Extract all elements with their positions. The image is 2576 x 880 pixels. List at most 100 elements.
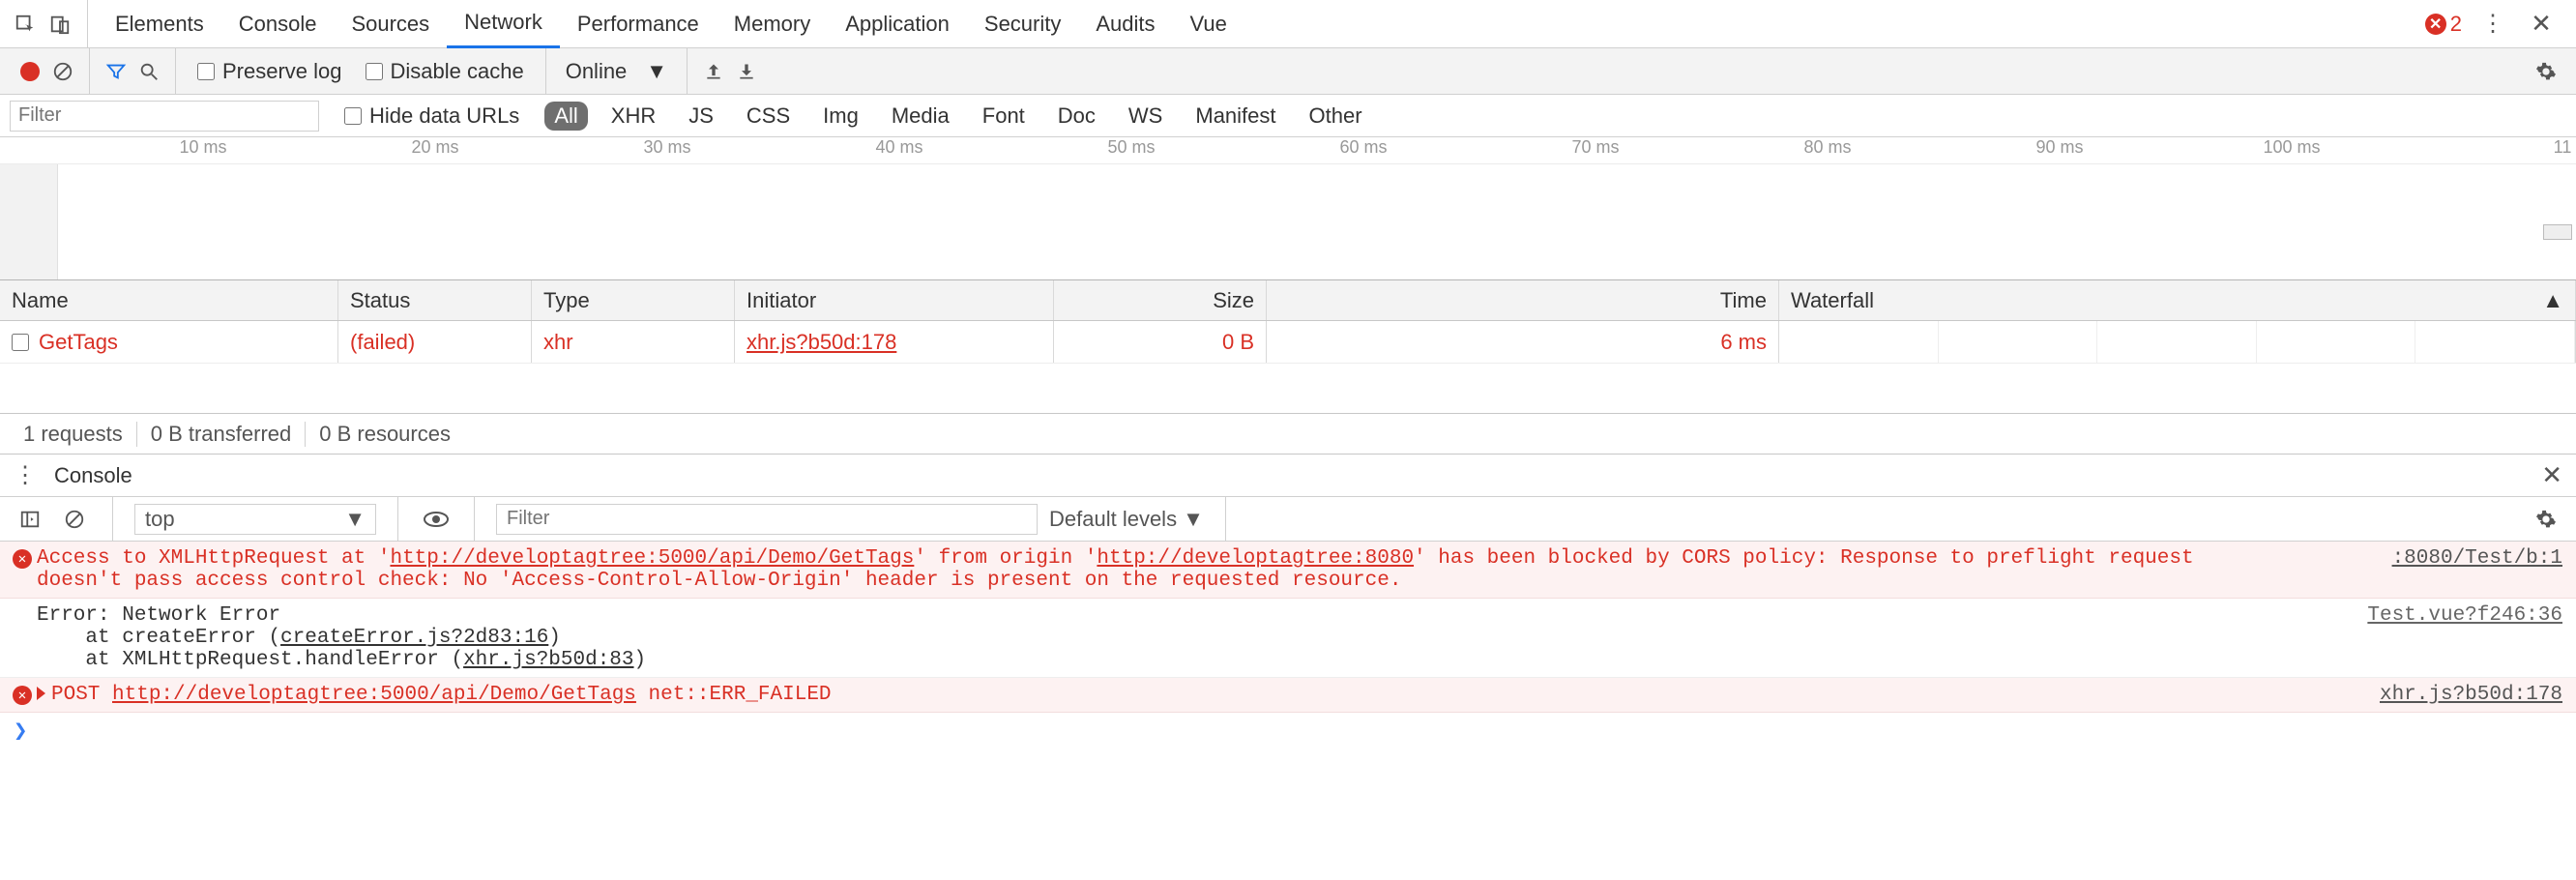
throttling-select[interactable]: Online ▼ [556,59,677,84]
timeline-selection [0,164,58,279]
tab-console[interactable]: Console [221,0,335,48]
show-console-sidebar-icon[interactable] [14,503,46,536]
error-count-badge[interactable]: ✕ 2 [2425,12,2462,37]
tab-vue[interactable]: Vue [1173,0,1244,48]
filter-input[interactable] [10,101,319,132]
tab-security[interactable]: Security [967,0,1078,48]
error-count: 2 [2450,12,2462,37]
type-filter-media[interactable]: Media [882,102,959,131]
live-expression-icon[interactable] [420,503,453,536]
summary-requests: 1 requests [10,422,137,447]
col-header-status[interactable]: Status [338,280,532,320]
console-toolbar: top ▼ Default levels ▼ [0,497,2576,542]
network-filter-bar: Hide data URLs All XHR JS CSS Img Media … [0,95,2576,137]
tab-audits[interactable]: Audits [1078,0,1172,48]
device-toggle-icon[interactable] [43,7,77,42]
type-filter-ws[interactable]: WS [1119,102,1172,131]
settings-icon[interactable] [2530,503,2562,536]
timeline-tick: 60 ms [1339,137,1387,158]
col-header-size[interactable]: Size [1054,280,1267,320]
network-toolbar: Preserve log Disable cache Online ▼ [0,48,2576,95]
kebab-menu-icon[interactable]: ⋮ [14,461,37,489]
cell-status: (failed) [338,321,532,363]
console-error-message[interactable]: ✕ POST http://developtagtree:5000/api/De… [0,678,2576,713]
context-select[interactable]: top ▼ [134,504,376,535]
throttling-value: Online [566,59,628,84]
console-prompt[interactable]: ❯ [0,713,2576,748]
col-header-initiator[interactable]: Initiator [735,280,1054,320]
timeline-tick: 40 ms [875,137,922,158]
console-log-message[interactable]: Error: Network Error at createError (cre… [0,599,2576,678]
timeline-scrollbar[interactable] [2543,224,2572,240]
settings-icon[interactable] [2530,55,2562,88]
message-text: POST http://developtagtree:5000/api/Demo… [37,684,2360,706]
tab-application[interactable]: Application [828,0,967,48]
col-header-type[interactable]: Type [532,280,735,320]
record-button[interactable] [14,55,46,88]
chevron-down-icon: ▼ [646,59,667,84]
download-har-icon[interactable] [730,55,763,88]
summary-transferred: 0 B transferred [137,422,307,447]
log-levels-select[interactable]: Default levels ▼ [1049,507,1204,532]
kebab-menu-icon[interactable]: ⋮ [2475,7,2510,42]
timeline-tick: 10 ms [179,137,226,158]
clear-button[interactable] [46,55,79,88]
message-source-link[interactable]: xhr.js?b50d:178 [2360,684,2562,706]
type-filter-img[interactable]: Img [813,102,868,131]
console-drawer-header: ⋮ Console ✕ [0,455,2576,497]
col-header-time[interactable]: Time [1267,280,1779,320]
timeline-tick: 70 ms [1571,137,1619,158]
message-source-link[interactable]: :8080/Test/b:1 [2373,547,2562,592]
divider [397,497,398,541]
divider [175,48,176,94]
preserve-log-checkbox[interactable]: Preserve log [197,59,342,84]
close-icon[interactable]: ✕ [2524,7,2559,42]
network-summary: 1 requests 0 B transferred 0 B resources [0,414,2576,455]
preserve-log-label: Preserve log [222,59,342,84]
type-filter-doc[interactable]: Doc [1048,102,1105,131]
message-source-link[interactable]: Test.vue?f246:36 [2348,604,2562,671]
close-icon[interactable]: ✕ [2541,460,2562,490]
tab-performance[interactable]: Performance [560,0,717,48]
timeline-tick: 90 ms [2035,137,2083,158]
console-error-message[interactable]: ✕ Access to XMLHttpRequest at 'http://de… [0,542,2576,599]
type-filter-js[interactable]: JS [679,102,723,131]
clear-console-icon[interactable] [58,503,91,536]
tab-network[interactable]: Network [447,0,560,48]
request-row[interactable]: GetTags (failed) xhr xhr.js?b50d:178 0 B… [0,321,2576,364]
timeline-ruler: 10 ms 20 ms 30 ms 40 ms 50 ms 60 ms 70 m… [0,137,2576,164]
timeline-tick: 20 ms [411,137,458,158]
context-value: top [145,507,175,532]
cell-initiator[interactable]: xhr.js?b50d:178 [735,321,1054,363]
row-checkbox[interactable] [12,334,29,351]
timeline-tick: 30 ms [643,137,690,158]
tab-elements[interactable]: Elements [98,0,221,48]
cell-waterfall [1779,321,2576,363]
disable-cache-checkbox[interactable]: Disable cache [366,59,524,84]
tab-memory[interactable]: Memory [717,0,828,48]
console-messages: ✕ Access to XMLHttpRequest at 'http://de… [0,542,2576,748]
hide-data-urls-checkbox[interactable]: Hide data URLs [344,103,519,129]
col-header-waterfall[interactable]: Waterfall▲ [1779,280,2576,320]
divider [87,0,88,47]
filter-toggle-icon[interactable] [100,55,132,88]
divider [687,48,688,94]
expand-icon[interactable] [37,687,45,700]
upload-har-icon[interactable] [697,55,730,88]
search-icon[interactable] [132,55,165,88]
timeline-tick: 100 ms [2263,137,2320,158]
chevron-down-icon: ▼ [344,507,366,532]
type-filter-xhr[interactable]: XHR [601,102,665,131]
type-filter-css[interactable]: CSS [737,102,800,131]
console-filter-input[interactable] [496,504,1038,535]
disable-cache-label: Disable cache [391,59,524,84]
col-header-name[interactable]: Name [0,280,338,320]
type-filter-font[interactable]: Font [973,102,1035,131]
message-text: Error: Network Error at createError (cre… [37,604,2348,671]
type-filter-other[interactable]: Other [1300,102,1372,131]
network-timeline[interactable]: 10 ms 20 ms 30 ms 40 ms 50 ms 60 ms 70 m… [0,137,2576,280]
type-filter-manifest[interactable]: Manifest [1186,102,1285,131]
inspect-icon[interactable] [8,7,43,42]
tab-sources[interactable]: Sources [334,0,447,48]
type-filter-all[interactable]: All [544,102,587,131]
